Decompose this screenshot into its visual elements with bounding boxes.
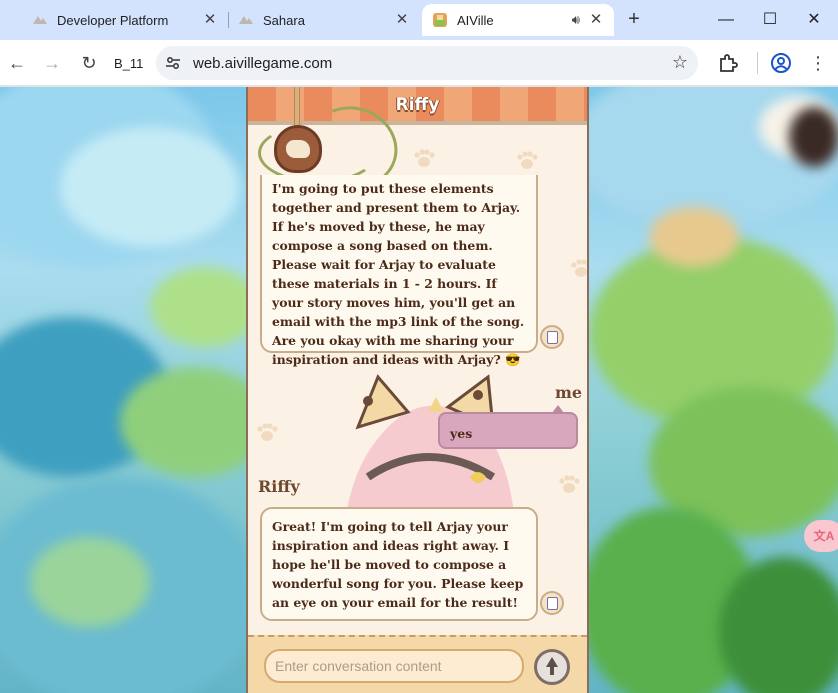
new-tab-button[interactable]: + <box>622 8 646 32</box>
npc-message-bubble: I'm going to put these elements together… <box>260 175 538 367</box>
user-message-bubble: yes <box>438 405 578 449</box>
sahara-favicon-icon <box>239 16 253 24</box>
forward-arrow-icon[interactable]: → <box>40 51 64 75</box>
reload-icon[interactable]: ↻ <box>77 51 101 75</box>
more-menu-icon[interactable]: ⋮ <box>806 51 830 75</box>
npc-message-bubble: Great! I'm going to tell Arjay your insp… <box>260 507 538 621</box>
message-text: Great! I'm going to tell Arjay your insp… <box>272 519 524 610</box>
hanging-tag-icon <box>274 125 322 173</box>
url-text: web.aivillegame.com <box>193 55 333 72</box>
paw-print-icon <box>559 475 580 493</box>
aiville-favicon-icon <box>433 13 447 27</box>
translate-tool-button[interactable]: 文A <box>804 520 838 552</box>
site-settings-icon[interactable] <box>165 55 181 71</box>
close-tab-icon[interactable]: ✕ <box>202 12 218 28</box>
close-tab-icon[interactable]: ✕ <box>588 12 604 28</box>
back-arrow-icon[interactable]: ← <box>5 51 29 75</box>
background-scene-right <box>589 87 838 693</box>
tab-label: AIVille <box>457 12 494 28</box>
bookmark-star-icon[interactable]: ☆ <box>672 52 688 73</box>
toolbar-divider <box>757 52 758 74</box>
chat-input-bar: Enter conversation content <box>248 635 587 693</box>
background-scene-left <box>0 87 246 693</box>
note-icon[interactable] <box>540 591 564 615</box>
paw-print-icon <box>414 149 435 167</box>
message-text: yes <box>450 426 473 441</box>
tab-divider <box>228 12 229 28</box>
profile-label[interactable]: B_11 <box>114 56 143 71</box>
audio-playing-icon[interactable]: 🔊︎ <box>572 12 580 28</box>
message-text: I'm going to put these elements together… <box>272 181 525 367</box>
tab-label: Sahara <box>263 12 305 28</box>
address-bar[interactable]: web.aivillegame.com ☆ <box>156 46 698 80</box>
npc-speaker-label: Riffy <box>258 477 300 496</box>
page-viewport: 文A Riffy I'm going to put these elements… <box>0 87 838 693</box>
paw-print-icon <box>571 259 587 277</box>
send-button[interactable] <box>534 649 570 685</box>
maximize-icon[interactable]: ☐ <box>758 8 782 32</box>
conversation-input[interactable]: Enter conversation content <box>264 649 524 683</box>
tab-sahara[interactable]: Sahara ✕ <box>238 4 420 36</box>
close-tab-icon[interactable]: ✕ <box>394 12 410 28</box>
tab-developer-platform[interactable]: Developer Platform ✕ <box>32 4 228 36</box>
tab-label: Developer Platform <box>57 12 169 28</box>
minimize-icon[interactable]: — <box>714 8 738 32</box>
browser-toolbar: ← → ↻ B_11 web.aivillegame.com ☆ ⋮ <box>0 40 838 86</box>
tab-strip: Developer Platform ✕ Sahara ✕ AIVille 🔊︎… <box>0 0 838 40</box>
paw-print-icon <box>257 423 278 441</box>
close-window-icon[interactable]: ✕ <box>802 8 826 32</box>
developer-platform-favicon-icon <box>33 16 47 24</box>
chat-panel: Riffy I'm going to put these elements to… <box>246 87 589 693</box>
note-icon[interactable] <box>540 325 564 349</box>
tab-aiville[interactable]: AIVille 🔊︎ ✕ <box>422 4 614 36</box>
paw-print-icon <box>517 151 538 169</box>
profile-avatar-icon[interactable] <box>770 52 792 74</box>
extensions-puzzle-icon[interactable] <box>717 52 739 74</box>
user-speaker-label: me <box>555 383 583 402</box>
